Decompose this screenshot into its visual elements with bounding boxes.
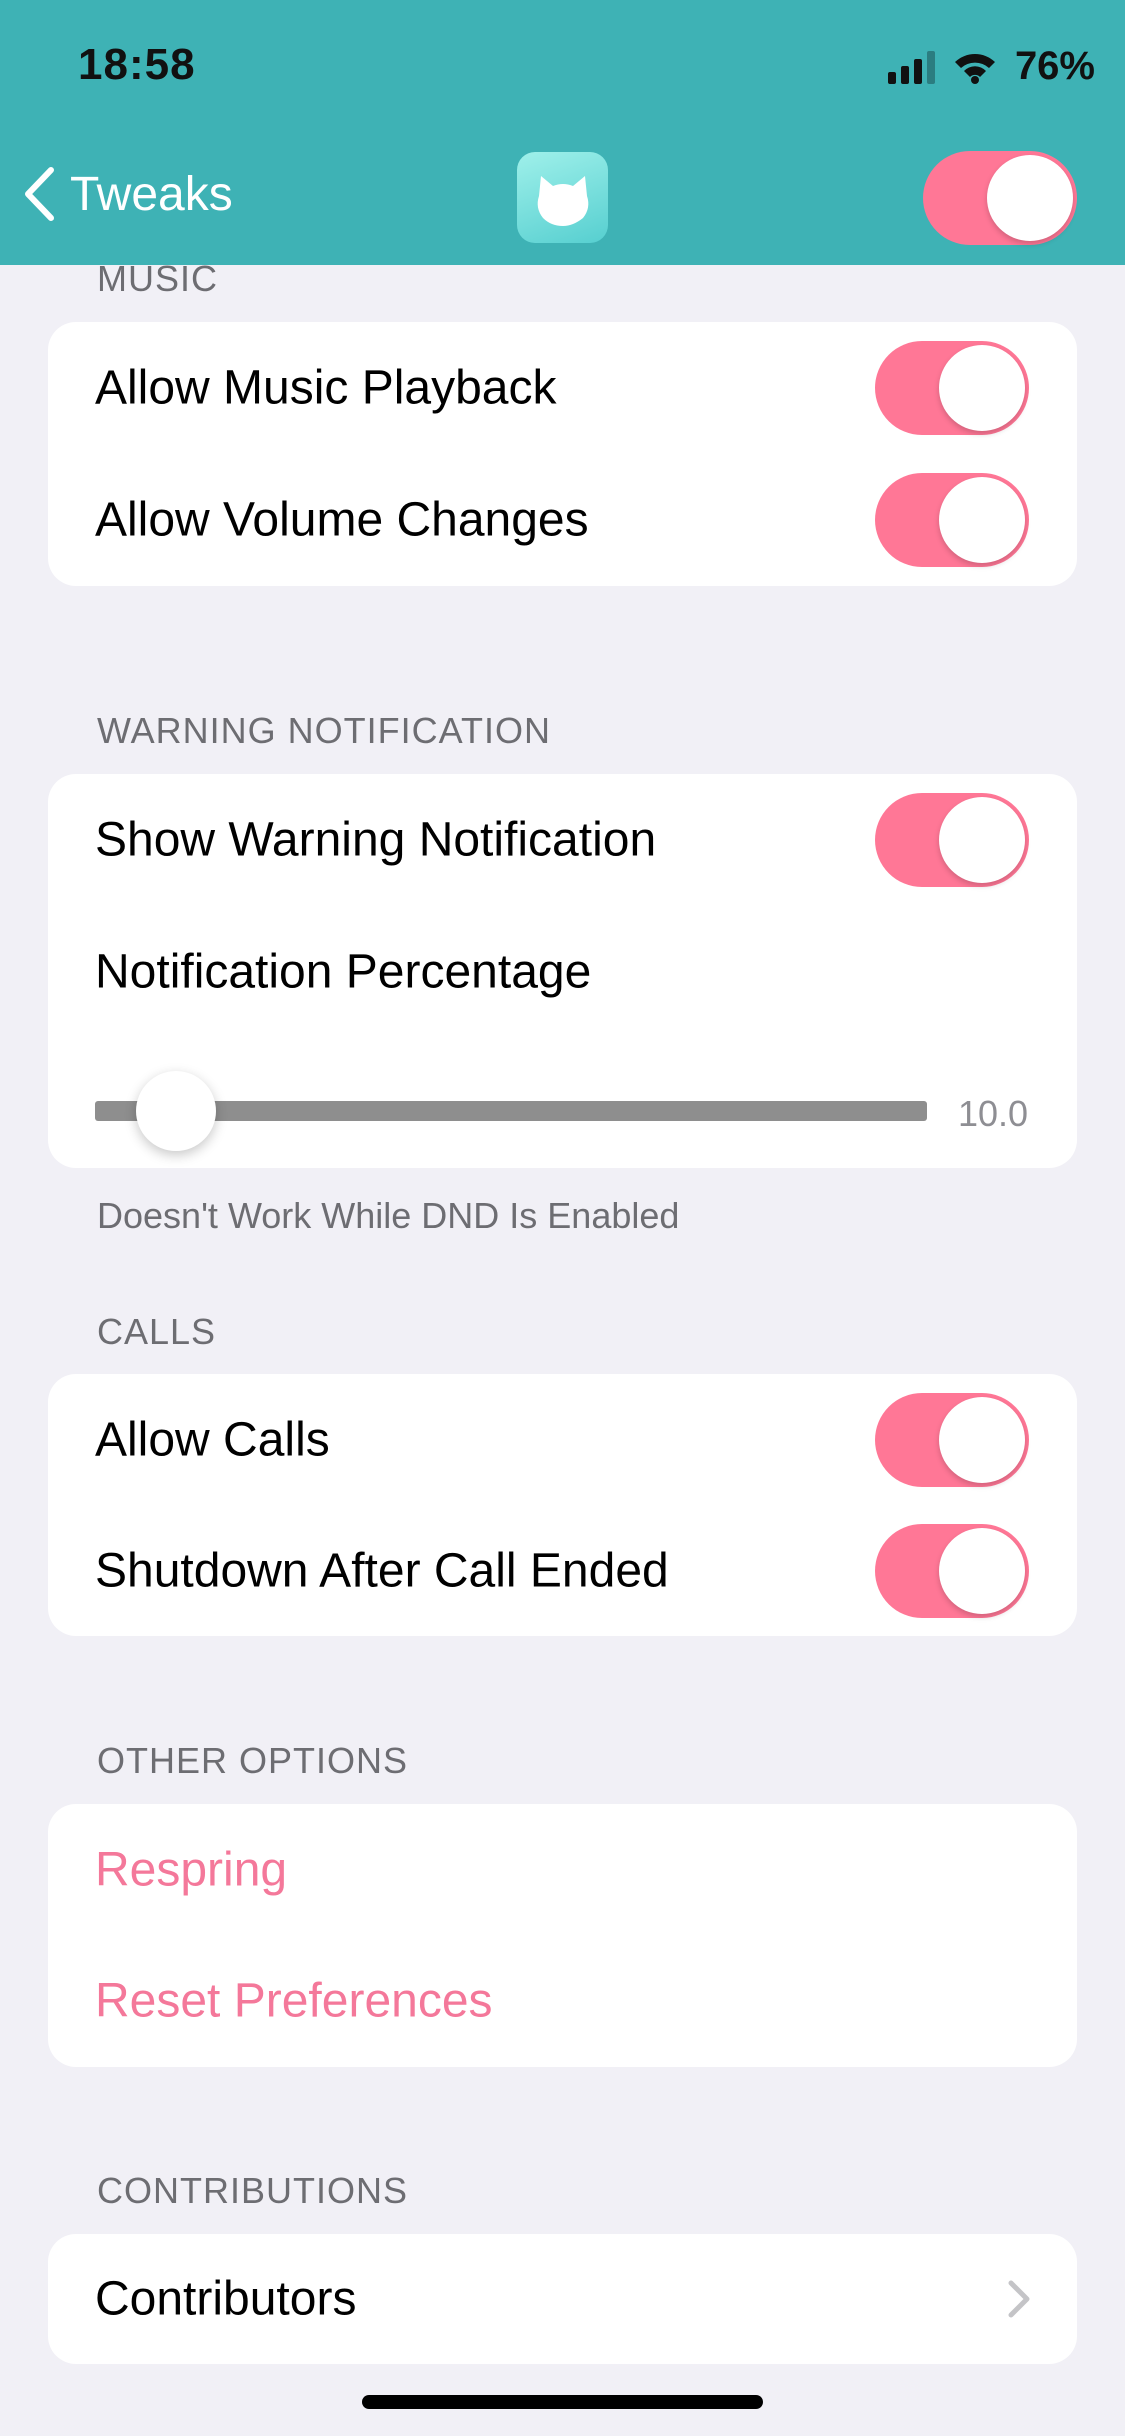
row-label: Allow Music Playback (95, 361, 557, 415)
reset-preferences-button[interactable]: Reset Preferences (48, 1935, 1077, 2067)
row-label: Allow Calls (95, 1413, 330, 1467)
navigation-header: 18:58 76% Tweaks (0, 0, 1125, 265)
warning-footer-note: Doesn't Work While DND Is Enabled (97, 1195, 680, 1236)
status-time: 18:58 (78, 40, 196, 89)
music-group: Allow Music Playback Allow Volume Change… (48, 322, 1077, 586)
row-notification-percentage: Notification Percentage (48, 906, 1077, 1038)
calls-group: Allow Calls Shutdown After Call Ended (48, 1374, 1077, 1636)
toggle-knob (939, 1528, 1025, 1614)
allow-calls-toggle[interactable] (875, 1393, 1029, 1487)
shutdown-after-call-toggle[interactable] (875, 1524, 1029, 1618)
section-header-warning: WARNING NOTIFICATION (97, 710, 551, 751)
back-button[interactable]: Tweaks (22, 166, 233, 222)
contributors-row[interactable]: Contributors (48, 2234, 1077, 2364)
allow-volume-changes-toggle[interactable] (875, 473, 1029, 567)
notification-percentage-slider-thumb[interactable] (136, 1071, 216, 1151)
cat-icon (517, 152, 608, 243)
row-allow-calls: Allow Calls (48, 1374, 1077, 1506)
reset-preferences-label: Reset Preferences (95, 1974, 493, 2028)
status-icons: 76% (887, 44, 1095, 89)
section-header-calls: CALLS (97, 1311, 217, 1352)
notification-percentage-slider-track[interactable] (95, 1101, 927, 1121)
toggle-knob (939, 345, 1025, 431)
row-show-warning-notification: Show Warning Notification (48, 774, 1077, 906)
show-warning-notification-toggle[interactable] (875, 793, 1029, 887)
back-label: Tweaks (70, 167, 233, 221)
toggle-knob (987, 155, 1073, 241)
row-allow-music-playback: Allow Music Playback (48, 322, 1077, 454)
toggle-knob (939, 1397, 1025, 1483)
home-indicator (362, 2395, 763, 2409)
respring-button[interactable]: Respring (48, 1804, 1077, 1936)
warning-group: Show Warning Notification Notification P… (48, 774, 1077, 1168)
respring-label: Respring (95, 1843, 288, 1897)
row-label: Notification Percentage (95, 945, 592, 999)
other-options-group: Respring Reset Preferences (48, 1804, 1077, 2067)
row-label: Shutdown After Call Ended (95, 1544, 669, 1598)
battery-percentage: 76% (1014, 44, 1095, 88)
row-label: Allow Volume Changes (95, 493, 589, 547)
master-enable-toggle[interactable] (923, 151, 1077, 245)
section-header-contributions: CONTRIBUTIONS (97, 2170, 409, 2211)
section-header-other: OTHER OPTIONS (97, 1740, 409, 1781)
chevron-left-icon (25, 167, 54, 221)
toggle-knob (939, 797, 1025, 883)
allow-music-playback-toggle[interactable] (875, 341, 1029, 435)
toggle-knob (939, 477, 1025, 563)
contributors-label: Contributors (95, 2272, 357, 2326)
slider-value: 10.0 (958, 1093, 1029, 1134)
contributions-group: Contributors (48, 2234, 1077, 2364)
row-allow-volume-changes: Allow Volume Changes (48, 454, 1077, 586)
row-shutdown-after-call: Shutdown After Call Ended (48, 1505, 1077, 1636)
wifi-icon (953, 50, 997, 84)
cellular-signal-icon (887, 50, 935, 84)
chevron-right-icon (1008, 2280, 1030, 2318)
row-label: Show Warning Notification (95, 813, 657, 867)
